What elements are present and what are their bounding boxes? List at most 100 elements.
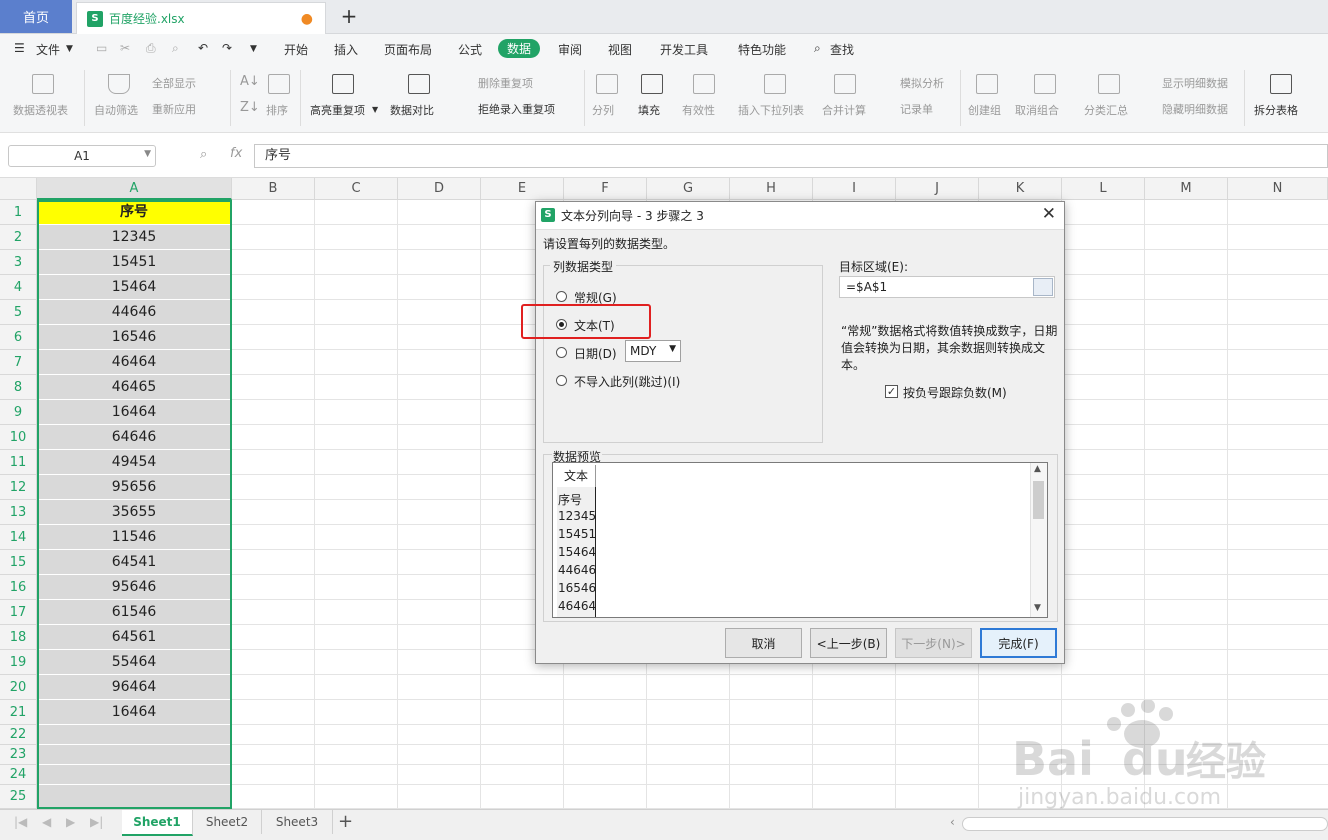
scrollbar-thumb[interactable] — [1033, 481, 1044, 519]
record-form-button[interactable]: 记录单 — [900, 101, 933, 117]
row-header[interactable]: 12 — [0, 475, 37, 500]
undo-icon[interactable]: ↶ — [198, 41, 208, 55]
menu-review[interactable]: 审阅 — [558, 41, 582, 58]
new-tab-button[interactable]: + — [338, 4, 360, 28]
row-header[interactable]: 22 — [0, 725, 37, 745]
table-cell[interactable]: 16546 — [37, 325, 231, 350]
negative-sign-label[interactable]: 按负号跟踪负数(M) — [903, 384, 1007, 401]
show-detail-button[interactable]: 显示明细数据 — [1162, 75, 1228, 91]
next-button[interactable]: 下一步(N)> — [895, 628, 972, 658]
radio-date[interactable] — [556, 347, 567, 358]
row-header[interactable]: 1 — [0, 200, 37, 225]
row-header[interactable]: 13 — [0, 500, 37, 525]
back-button[interactable]: <上一步(B) — [810, 628, 887, 658]
scroll-left-icon[interactable]: ‹ — [950, 815, 955, 829]
home-tab[interactable]: 首页 — [0, 0, 72, 33]
last-sheet-icon[interactable]: ▶| — [90, 815, 103, 829]
scroll-down-icon[interactable]: ▼ — [1034, 603, 1041, 613]
preview-column[interactable]: 序号 12345 15451 15464 44646 16546 46464 — [557, 487, 596, 617]
column-header-m[interactable]: M — [1145, 178, 1228, 200]
row-header[interactable]: 23 — [0, 745, 37, 765]
dialog-title-bar[interactable]: S 文本分列向导 - 3 步骤之 3 ✕ — [536, 202, 1064, 230]
print-icon[interactable]: ⎙ — [146, 41, 156, 56]
radio-general[interactable] — [556, 291, 567, 302]
menu-developer[interactable]: 开发工具 — [660, 41, 708, 58]
column-header-l[interactable]: L — [1062, 178, 1145, 200]
menu-data[interactable]: 数据 — [498, 39, 541, 58]
merge-calc-button[interactable]: 合并计算 — [822, 102, 866, 118]
table-cell[interactable]: 46465 — [37, 375, 231, 400]
table-cell[interactable]: 44646 — [37, 300, 231, 325]
subtotal-button[interactable]: 分类汇总 — [1084, 102, 1128, 118]
split-table-button[interactable]: 拆分表格 — [1254, 102, 1298, 118]
prev-sheet-icon[interactable]: ◀ — [42, 815, 51, 829]
table-cell[interactable]: 95646 — [37, 575, 231, 600]
create-group-button[interactable]: 创建组 — [968, 102, 1001, 118]
row-header[interactable]: 10 — [0, 425, 37, 450]
row-header[interactable]: 2 — [0, 225, 37, 250]
menu-view[interactable]: 视图 — [608, 41, 632, 58]
sort-descending-icon[interactable]: Z↓ — [240, 100, 260, 115]
table-cell[interactable]: 12345 — [37, 225, 231, 250]
table-cell[interactable] — [37, 765, 231, 785]
row-header[interactable]: 15 — [0, 550, 37, 575]
quick-access-chevron-icon[interactable]: ▼ — [250, 44, 257, 54]
row-header[interactable]: 4 — [0, 275, 37, 300]
radio-skip-label[interactable]: 不导入此列(跳过)(I) — [574, 373, 680, 390]
pivot-table-button[interactable]: 数据透视表 — [13, 102, 68, 118]
select-all-corner[interactable] — [0, 178, 37, 200]
document-tab[interactable]: S 百度经验.xlsx ● — [76, 2, 326, 34]
zoom-icon[interactable]: ⌕ — [200, 147, 207, 162]
table-cell[interactable]: 64561 — [37, 625, 231, 650]
simulate-button[interactable]: 模拟分析 — [900, 75, 944, 91]
row-header[interactable]: 25 — [0, 785, 37, 809]
validity-button[interactable]: 有效性 — [682, 102, 715, 118]
reapply-button[interactable]: 重新应用 — [152, 101, 196, 117]
column-header-f[interactable]: F — [564, 178, 647, 200]
menu-file[interactable]: 文件 — [36, 41, 60, 58]
column-header-e[interactable]: E — [481, 178, 564, 200]
sheet-tab-3[interactable]: Sheet3 — [262, 810, 333, 834]
table-cell[interactable]: 11546 — [37, 525, 231, 550]
row-header[interactable]: 16 — [0, 575, 37, 600]
fill-button[interactable]: 填充 — [638, 102, 660, 118]
table-cell[interactable]: 49454 — [37, 450, 231, 475]
row-header[interactable]: 21 — [0, 700, 37, 725]
hamburger-icon[interactable]: ☰ — [14, 41, 25, 55]
row-header[interactable]: 3 — [0, 250, 37, 275]
preview-icon[interactable]: ⌕ — [172, 41, 179, 56]
table-cell[interactable]: 46464 — [37, 350, 231, 375]
menu-home[interactable]: 开始 — [284, 41, 308, 58]
highlight-duplicates-button[interactable]: 高亮重复项 — [310, 102, 365, 118]
table-cell[interactable]: 15451 — [37, 250, 231, 275]
finish-button[interactable]: 完成(F) — [980, 628, 1057, 658]
close-icon[interactable]: ✕ — [1042, 204, 1056, 224]
chevron-down-icon[interactable]: ▼ — [66, 44, 73, 54]
table-cell[interactable]: 96464 — [37, 675, 231, 700]
table-cell[interactable]: 64541 — [37, 550, 231, 575]
row-header[interactable]: 5 — [0, 300, 37, 325]
menu-search[interactable]: 查找 — [830, 41, 854, 58]
split-column-button[interactable]: 分列 — [592, 102, 614, 118]
column-header-i[interactable]: I — [813, 178, 896, 200]
table-cell[interactable]: 16464 — [37, 400, 231, 425]
save-icon[interactable]: ▭ — [96, 41, 107, 55]
row-header[interactable]: 9 — [0, 400, 37, 425]
row-header[interactable]: 11 — [0, 450, 37, 475]
row-header[interactable]: 18 — [0, 625, 37, 650]
column-header-b[interactable]: B — [232, 178, 315, 200]
sort-ascending-icon[interactable]: A↓ — [240, 74, 260, 89]
row-header[interactable]: 14 — [0, 525, 37, 550]
autofilter-button[interactable]: 自动筛选 — [94, 102, 138, 118]
ungroup-button[interactable]: 取消组合 — [1015, 102, 1059, 118]
row-header[interactable]: 24 — [0, 765, 37, 785]
column-header-d[interactable]: D — [398, 178, 481, 200]
remove-duplicates-button[interactable]: 删除重复项 — [478, 75, 533, 91]
cancel-button[interactable]: 取消 — [725, 628, 802, 658]
column-header-n[interactable]: N — [1228, 178, 1328, 200]
first-sheet-icon[interactable]: |◀ — [14, 815, 27, 829]
range-picker-icon[interactable] — [1033, 278, 1053, 296]
date-format-select[interactable]: MDY ▼ — [625, 340, 681, 362]
row-header[interactable]: 17 — [0, 600, 37, 625]
column-header-j[interactable]: J — [896, 178, 979, 200]
